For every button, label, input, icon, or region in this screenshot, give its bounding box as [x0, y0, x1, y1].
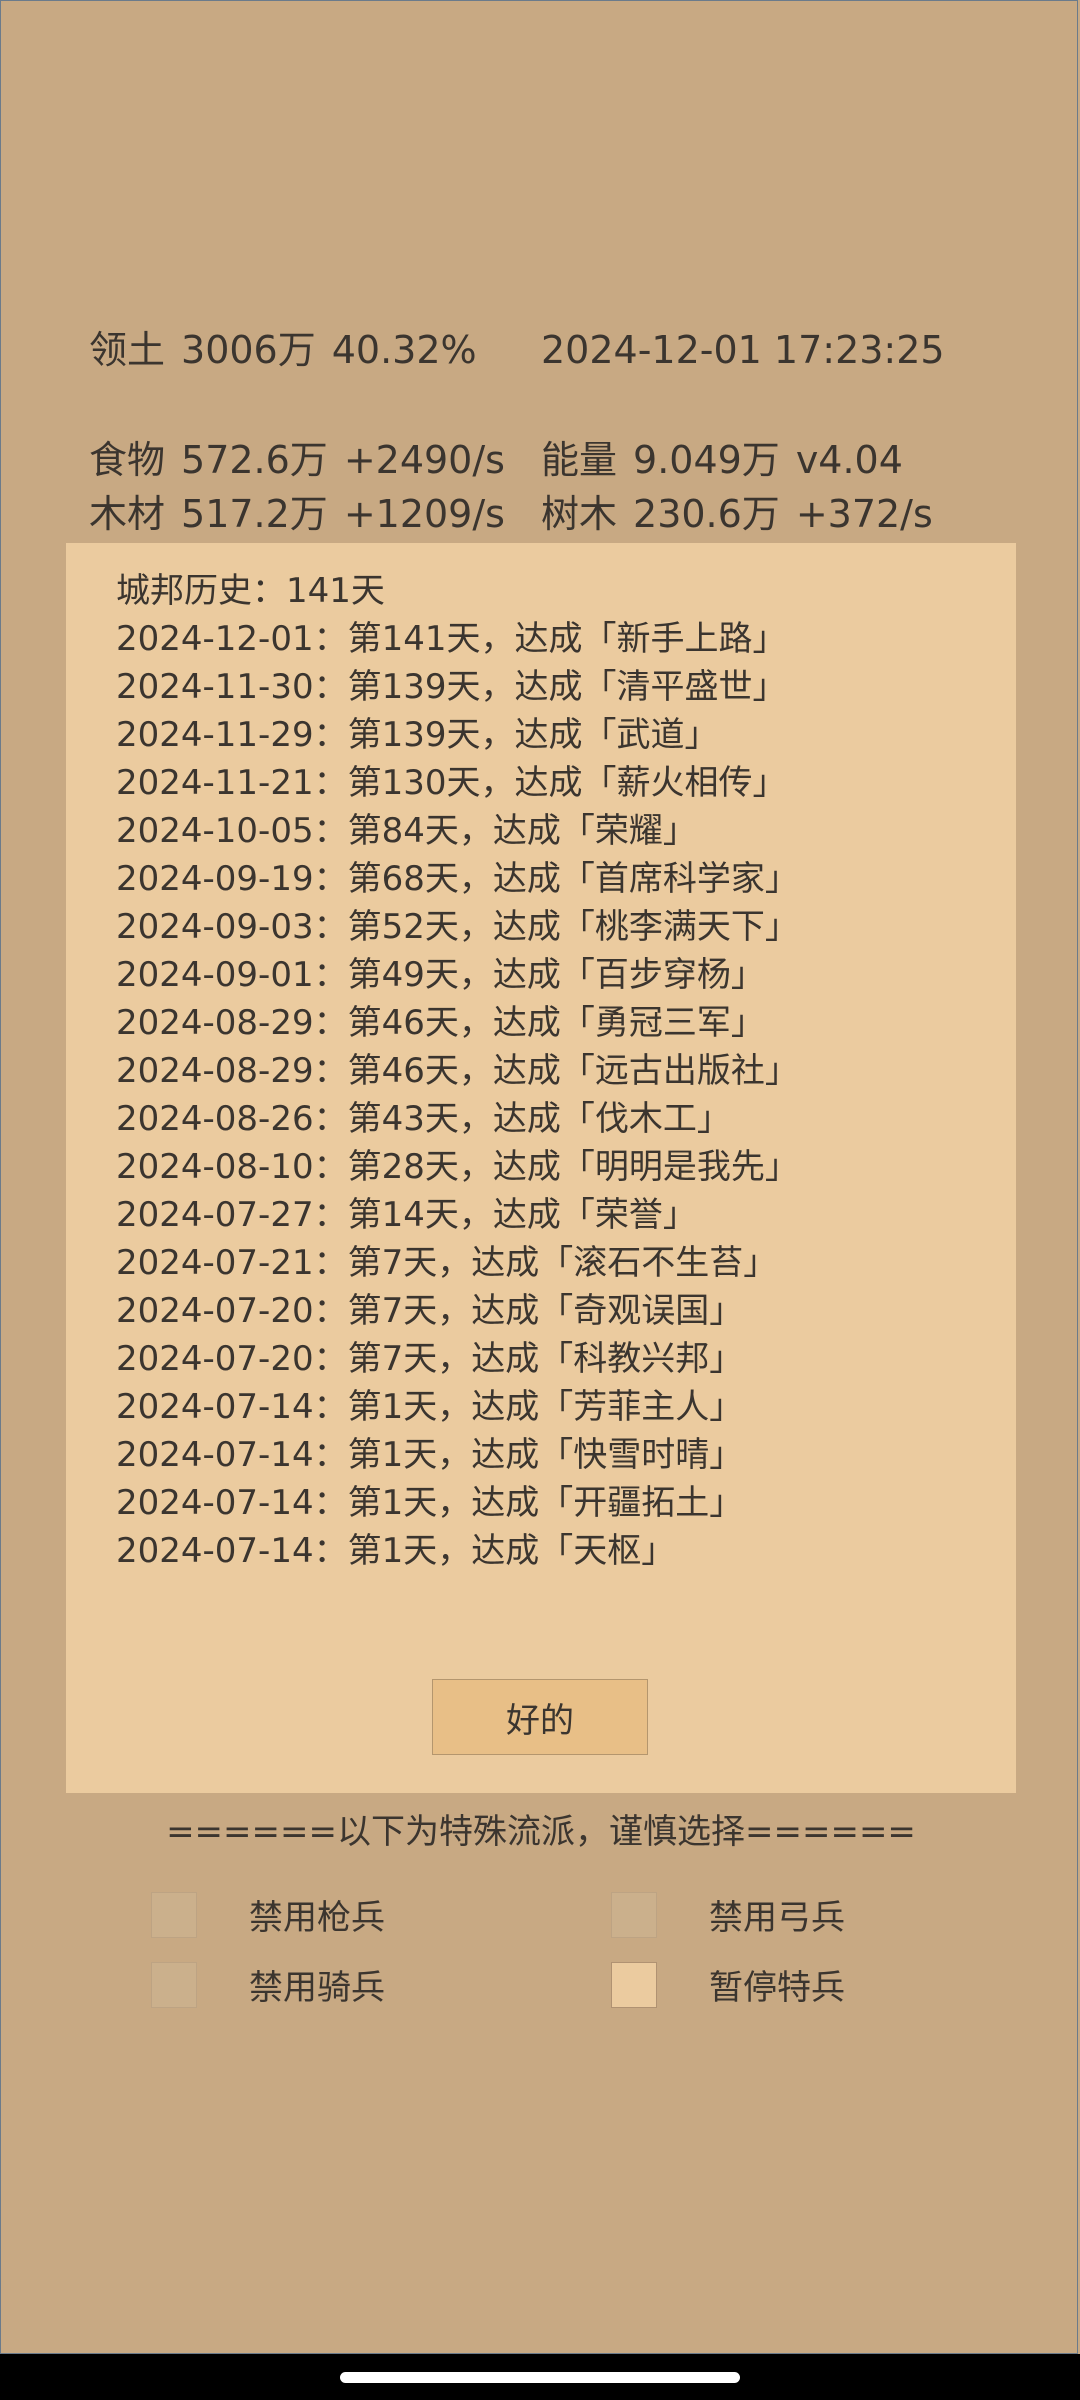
wood-label: 木材	[89, 492, 166, 536]
history-list: 2024-12-01：第141天，达成「新手上路」 2024-11-30：第13…	[116, 615, 799, 1575]
history-entry: 2024-07-20：第7天，达成「奇观误国」	[116, 1291, 744, 1331]
history-entry: 2024-11-30：第139天，达成「清平盛世」	[116, 667, 787, 707]
history-entry: 2024-07-20：第7天，达成「科教兴邦」	[116, 1339, 744, 1379]
history-entry: 2024-09-01：第49天，达成「百步穿杨」	[116, 955, 765, 995]
checkbox-disable-spearmen[interactable]	[151, 1891, 197, 1938]
stats-row-territory: 领土 3006万 40.32% 2024-12-01 17:23:25	[89, 323, 945, 377]
history-title: 城邦历史：141天	[116, 571, 385, 611]
history-entry: 2024-12-01：第141天，达成「新手上路」	[116, 619, 787, 659]
wood-rate: +1209/s	[343, 492, 505, 536]
option-disable-cavalry[interactable]: 禁用骑兵	[151, 1960, 385, 2009]
trees-rate: +372/s	[795, 492, 933, 536]
energy-label: 能量	[541, 438, 618, 482]
history-entry: 2024-09-19：第68天，达成「首席科学家」	[116, 859, 799, 899]
history-entry: 2024-08-10：第28天，达成「明明是我先」	[116, 1147, 799, 1187]
home-indicator[interactable]	[340, 2372, 740, 2383]
territory-value: 3006万	[181, 328, 316, 372]
trees-label: 树木	[541, 492, 618, 536]
history-entry: 2024-11-29：第139天，达成「武道」	[116, 715, 719, 755]
checkbox-disable-cavalry[interactable]	[151, 1961, 197, 2008]
option-label: 禁用弓兵	[709, 1898, 845, 1938]
stats-row-food: 食物 572.6万 +2490/s 能量 9.049万 v4.04	[89, 433, 903, 487]
energy-value: 9.049万	[633, 438, 780, 482]
option-label: 禁用骑兵	[249, 1968, 385, 2008]
history-entry: 2024-10-05：第84天，达成「荣耀」	[116, 811, 697, 851]
version: v4.04	[795, 438, 903, 482]
history-entry: 2024-08-29：第46天，达成「远古出版社」	[116, 1051, 799, 1091]
option-pause-special-units[interactable]: 暂停特兵	[611, 1960, 845, 2009]
ok-button[interactable]: 好的	[432, 1679, 648, 1755]
food-value: 572.6万	[181, 438, 328, 482]
app-screen: 领土 3006万 40.32% 2024-12-01 17:23:25 食物 572.…	[0, 0, 1078, 2354]
history-entry: 2024-09-03：第52天，达成「桃李满天下」	[116, 907, 799, 947]
option-disable-spearmen[interactable]: 禁用枪兵	[151, 1890, 385, 1939]
food-rate: +2490/s	[343, 438, 505, 482]
trees-stat: 树木 230.6万 +372/s	[541, 487, 933, 541]
territory-label: 领土	[89, 328, 166, 372]
option-disable-archers[interactable]: 禁用弓兵	[611, 1890, 845, 1939]
option-label: 暂停特兵	[709, 1968, 845, 2008]
history-entry: 2024-07-14：第1天，达成「快雪时晴」	[116, 1435, 744, 1475]
trees-value: 230.6万	[633, 492, 780, 536]
history-entry: 2024-07-14：第1天，达成「天枢」	[116, 1531, 676, 1571]
history-entry: 2024-07-27：第14天，达成「荣誉」	[116, 1195, 697, 1235]
checkbox-disable-archers[interactable]	[611, 1891, 657, 1938]
history-dialog: 城邦历史：141天 2024-12-01：第141天，达成「新手上路」 2024…	[66, 543, 1016, 1793]
datetime: 2024-12-01 17:23:25	[541, 328, 945, 372]
history-entry: 2024-08-26：第43天，达成「伐木工」	[116, 1099, 731, 1139]
wood-value: 517.2万	[181, 492, 328, 536]
food-label: 食物	[89, 438, 166, 482]
system-nav-bar	[0, 2354, 1080, 2400]
history-entry: 2024-07-21：第7天，达成「滚石不生苔」	[116, 1243, 778, 1283]
checkbox-pause-special-units[interactable]	[611, 1961, 657, 2008]
territory-percent: 40.32%	[331, 328, 477, 372]
option-label: 禁用枪兵	[249, 1898, 385, 1938]
history-entry: 2024-11-21：第130天，达成「薪火相传」	[116, 763, 787, 803]
history-entry: 2024-07-14：第1天，达成「芳菲主人」	[116, 1387, 744, 1427]
stats-row-wood: 木材 517.2万 +1209/s 树木 230.6万 +372/s	[89, 487, 933, 541]
history-entry: 2024-08-29：第46天，达成「勇冠三军」	[116, 1003, 765, 1043]
history-entry: 2024-07-14：第1天，达成「开疆拓土」	[116, 1483, 744, 1523]
energy-stat: 能量 9.049万 v4.04	[541, 433, 903, 487]
special-options-title: ======以下为特殊流派，谨慎选择======	[166, 1812, 916, 1852]
